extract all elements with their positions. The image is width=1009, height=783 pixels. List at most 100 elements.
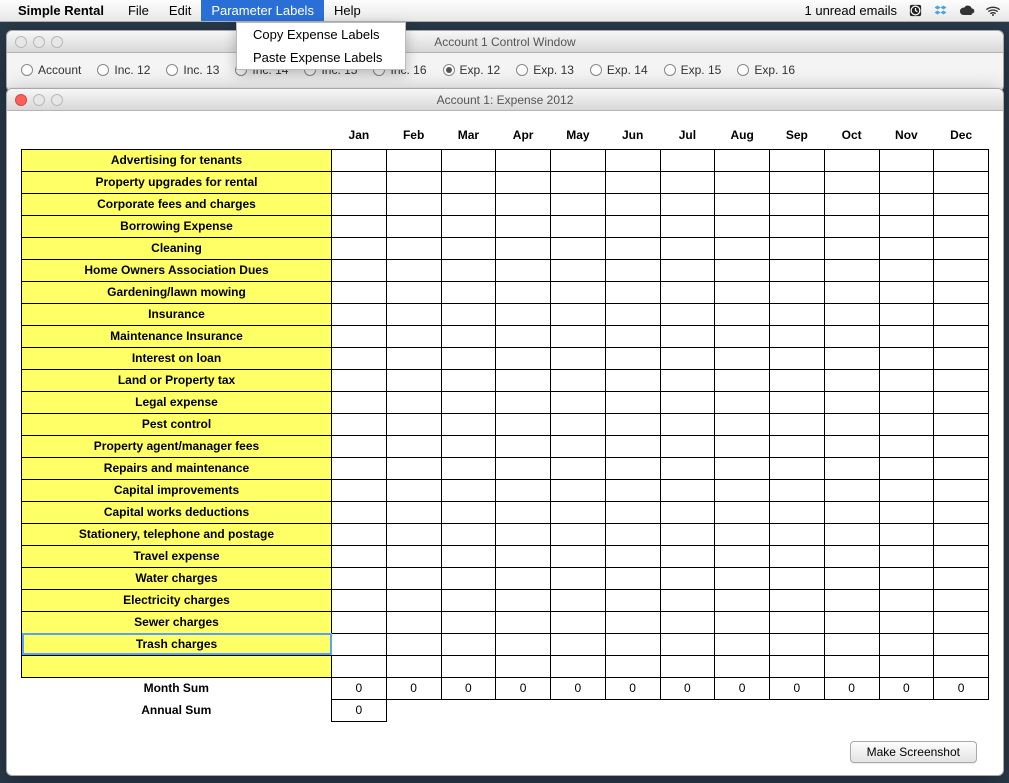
expense-cell[interactable] bbox=[496, 171, 551, 193]
expense-cell[interactable] bbox=[715, 457, 770, 479]
expense-cell[interactable] bbox=[332, 589, 387, 611]
expense-cell[interactable] bbox=[715, 369, 770, 391]
expense-cell[interactable] bbox=[824, 281, 879, 303]
expense-cell[interactable] bbox=[332, 237, 387, 259]
expense-cell[interactable] bbox=[441, 237, 496, 259]
expense-cell[interactable] bbox=[715, 215, 770, 237]
expense-cell[interactable] bbox=[551, 523, 606, 545]
row-label[interactable]: Sewer charges bbox=[22, 611, 332, 633]
expense-cell[interactable] bbox=[386, 413, 441, 435]
expense-cell[interactable] bbox=[660, 215, 715, 237]
expense-cell[interactable] bbox=[332, 391, 387, 413]
expense-cell[interactable] bbox=[551, 479, 606, 501]
expense-cell[interactable] bbox=[605, 325, 660, 347]
expense-cell[interactable] bbox=[934, 501, 989, 523]
menu-edit[interactable]: Edit bbox=[159, 0, 201, 21]
tab-exp-16[interactable]: Exp. 16 bbox=[731, 61, 801, 79]
expense-cell[interactable] bbox=[770, 545, 825, 567]
make-screenshot-button[interactable]: Make Screenshot bbox=[850, 741, 977, 763]
expense-cell[interactable] bbox=[934, 391, 989, 413]
row-label[interactable]: Cleaning bbox=[22, 237, 332, 259]
expense-cell[interactable] bbox=[441, 259, 496, 281]
expense-cell[interactable] bbox=[660, 391, 715, 413]
expense-cell[interactable] bbox=[386, 655, 441, 677]
expense-cell[interactable] bbox=[441, 303, 496, 325]
expense-cell[interactable] bbox=[770, 215, 825, 237]
expense-cell[interactable] bbox=[824, 633, 879, 655]
tab-exp-15[interactable]: Exp. 15 bbox=[658, 61, 728, 79]
expense-cell[interactable] bbox=[824, 215, 879, 237]
expense-cell[interactable] bbox=[441, 633, 496, 655]
expense-cell[interactable] bbox=[879, 633, 934, 655]
row-label[interactable]: Pest control bbox=[22, 413, 332, 435]
expense-cell[interactable] bbox=[934, 259, 989, 281]
expense-cell[interactable] bbox=[824, 457, 879, 479]
expense-cell[interactable] bbox=[770, 303, 825, 325]
expense-cell[interactable] bbox=[386, 347, 441, 369]
expense-cell[interactable] bbox=[660, 171, 715, 193]
wifi-icon[interactable] bbox=[985, 3, 1001, 19]
expense-cell[interactable] bbox=[551, 567, 606, 589]
expense-cell[interactable] bbox=[824, 479, 879, 501]
expense-cell[interactable] bbox=[386, 237, 441, 259]
expense-cell[interactable] bbox=[386, 149, 441, 171]
expense-cell[interactable] bbox=[934, 347, 989, 369]
control-window-titlebar[interactable]: Account 1 Control Window bbox=[7, 31, 1003, 53]
expense-cell[interactable] bbox=[660, 303, 715, 325]
expense-cell[interactable] bbox=[934, 303, 989, 325]
expense-cell[interactable] bbox=[605, 369, 660, 391]
expense-cell[interactable] bbox=[824, 237, 879, 259]
tab-exp-14[interactable]: Exp. 14 bbox=[584, 61, 654, 79]
clock-icon[interactable] bbox=[907, 3, 923, 19]
expense-cell[interactable] bbox=[770, 457, 825, 479]
expense-cell[interactable] bbox=[715, 655, 770, 677]
expense-cell[interactable] bbox=[332, 347, 387, 369]
dropbox-icon[interactable] bbox=[933, 3, 949, 19]
row-label[interactable]: Property upgrades for rental bbox=[22, 171, 332, 193]
expense-cell[interactable] bbox=[605, 589, 660, 611]
expense-cell[interactable] bbox=[386, 259, 441, 281]
expense-cell[interactable] bbox=[824, 413, 879, 435]
expense-cell[interactable] bbox=[879, 457, 934, 479]
row-label[interactable] bbox=[22, 655, 332, 677]
expense-cell[interactable] bbox=[770, 413, 825, 435]
expense-cell[interactable] bbox=[441, 325, 496, 347]
expense-cell[interactable] bbox=[551, 193, 606, 215]
expense-cell[interactable] bbox=[551, 655, 606, 677]
expense-cell[interactable] bbox=[715, 193, 770, 215]
tab-exp-12[interactable]: Exp. 12 bbox=[437, 61, 507, 79]
expense-cell[interactable] bbox=[332, 457, 387, 479]
expense-cell[interactable] bbox=[332, 655, 387, 677]
expense-cell[interactable] bbox=[934, 523, 989, 545]
expense-cell[interactable] bbox=[824, 369, 879, 391]
expense-cell[interactable] bbox=[824, 589, 879, 611]
expense-cell[interactable] bbox=[934, 171, 989, 193]
row-label[interactable]: Repairs and maintenance bbox=[22, 457, 332, 479]
expense-cell[interactable] bbox=[605, 391, 660, 413]
tab-exp-13[interactable]: Exp. 13 bbox=[510, 61, 580, 79]
expense-cell[interactable] bbox=[715, 347, 770, 369]
expense-cell[interactable] bbox=[715, 149, 770, 171]
row-label[interactable]: Insurance bbox=[22, 303, 332, 325]
expense-cell[interactable] bbox=[441, 479, 496, 501]
expense-cell[interactable] bbox=[605, 215, 660, 237]
expense-cell[interactable] bbox=[605, 413, 660, 435]
expense-cell[interactable] bbox=[496, 149, 551, 171]
expense-cell[interactable] bbox=[551, 171, 606, 193]
expense-cell[interactable] bbox=[551, 303, 606, 325]
expense-cell[interactable] bbox=[551, 391, 606, 413]
expense-cell[interactable] bbox=[332, 413, 387, 435]
row-label[interactable]: Capital improvements bbox=[22, 479, 332, 501]
expense-cell[interactable] bbox=[824, 259, 879, 281]
expense-cell[interactable] bbox=[496, 589, 551, 611]
expense-cell[interactable] bbox=[605, 193, 660, 215]
expense-cell[interactable] bbox=[715, 303, 770, 325]
expense-cell[interactable] bbox=[824, 347, 879, 369]
expense-cell[interactable] bbox=[496, 523, 551, 545]
expense-cell[interactable] bbox=[386, 633, 441, 655]
expense-cell[interactable] bbox=[879, 589, 934, 611]
expense-cell[interactable] bbox=[605, 479, 660, 501]
expense-cell[interactable] bbox=[386, 281, 441, 303]
expense-cell[interactable] bbox=[332, 325, 387, 347]
expense-cell[interactable] bbox=[605, 149, 660, 171]
